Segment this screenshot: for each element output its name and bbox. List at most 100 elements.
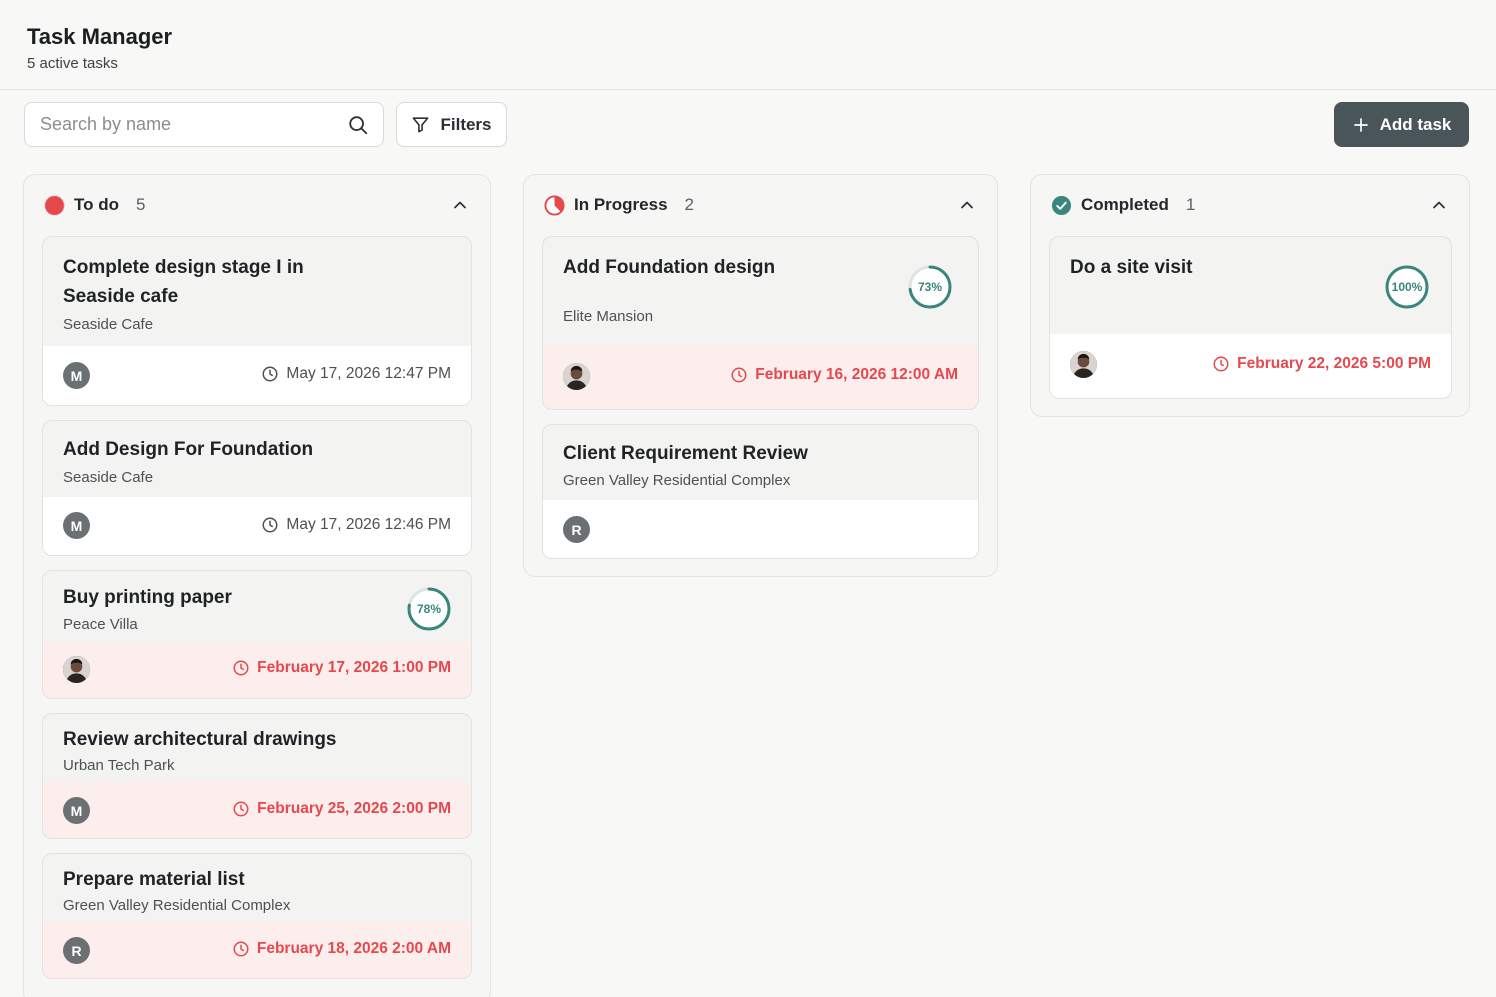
clock-icon [233,801,249,817]
avatar-photo [63,656,90,683]
avatar-photo [1070,351,1097,378]
task-card[interactable]: Add Design For Foundation Seaside Cafe M… [42,420,472,556]
chevron-up-icon[interactable] [957,195,977,215]
task-title: Client Requirement Review [563,443,808,464]
task-title: Add Design For Foundation [63,439,314,460]
column-header: Completed 1 [1051,193,1449,217]
search-input[interactable] [40,103,340,146]
due-date: February 22, 2026 5:00 PM [1212,355,1431,373]
task-footer: M May 17, 2026 12:47 PM [43,346,471,405]
due-date-text: May 17, 2026 12:46 PM [286,516,451,533]
due-date-text: February 18, 2026 2:00 AM [256,940,451,957]
page-header: Task Manager 5 active tasks [0,0,1496,90]
column-title: In Progress [574,195,668,214]
column-count: 1 [1185,195,1196,214]
task-project: Seaside Cafe [63,316,154,333]
avatar[interactable]: M [63,362,90,389]
page-title: Task Manager [27,24,173,49]
due-date: May 17, 2026 12:47 PM [261,365,451,383]
task-card[interactable]: Client Requirement Review Green Valley R… [542,424,979,559]
task-card[interactable]: Buy printing paper Peace Villa 78% Febru… [42,570,472,699]
progress-ring: 100% [1385,265,1429,309]
column-title: To do [74,195,119,214]
clock-icon [262,517,278,533]
chevron-up-icon[interactable] [450,195,470,215]
column-header: In Progress 2 [544,193,977,217]
progress-label: 73% [918,280,942,294]
task-project: Elite Mansion [563,308,654,325]
column-count: 2 [684,195,695,214]
due-date-text: May 17, 2026 12:47 PM [286,365,451,382]
search-box[interactable] [24,102,384,147]
avatar[interactable] [1070,351,1097,378]
clock-icon [731,367,747,383]
task-project: Urban Tech Park [63,757,175,774]
column-header: To do 5 [44,193,470,217]
due-date: May 17, 2026 12:46 PM [261,516,451,534]
due-date: February 18, 2026 2:00 AM [232,940,451,958]
add-task-label: Add task [1379,114,1452,134]
plus-icon [1353,117,1368,132]
filters-button[interactable]: Filters [396,102,507,147]
avatar-photo [563,363,590,390]
due-date-text: February 16, 2026 12:00 AM [755,366,958,383]
task-title: Buy printing paper [63,587,232,608]
search-icon[interactable] [347,114,369,136]
task-project: Seaside Cafe [63,469,154,486]
task-project: Peace Villa [63,616,138,633]
due-date-text: February 22, 2026 5:00 PM [1237,355,1431,372]
clock-icon [233,660,249,676]
avatar[interactable]: R [563,516,590,543]
chevron-up-icon[interactable] [1429,195,1449,215]
clock-icon [233,941,249,957]
due-date-text: February 25, 2026 2:00 PM [257,800,451,817]
column-title: Completed [1081,195,1169,214]
task-card[interactable]: Do a site visit 100% February 22, 2026 5… [1049,236,1452,399]
task-footer: R [543,500,978,558]
task-project: Green Valley Residential Complex [563,472,791,489]
column-completed: Completed 1 Do a site visit 100% Februar… [1030,174,1470,417]
due-date: February 25, 2026 2:00 PM [232,800,451,818]
progress-ring: 78% [407,587,451,631]
avatar[interactable]: M [63,512,90,539]
avatar[interactable]: R [63,937,90,964]
in-progress-status-icon [544,194,565,216]
task-card[interactable]: Add Foundation design Elite Mansion 73% … [542,236,979,410]
task-title: Complete design stage I in [63,257,304,278]
clock-icon [262,366,278,382]
column-todo: To do 5 Complete design stage I in Seasi… [23,174,491,997]
progress-label: 100% [1392,280,1423,294]
due-date: February 17, 2026 1:00 PM [232,659,451,677]
filters-label: Filters [440,114,492,134]
check-circle-icon [1051,195,1072,215]
task-title: Add Foundation design [563,257,776,278]
task-footer: M February 25, 2026 2:00 PM [43,782,471,838]
progress-label: 78% [417,602,441,616]
task-card[interactable]: Prepare material list Green Valley Resid… [42,853,472,979]
avatar[interactable] [63,656,90,683]
task-title: Review architectural drawings [63,729,337,750]
task-footer: R February 18, 2026 2:00 AM [43,922,471,978]
task-card[interactable]: Complete design stage I in Seaside cafe … [42,236,472,406]
progress-ring: 73% [908,265,952,309]
due-date-text: February 17, 2026 1:00 PM [257,659,451,676]
active-task-count: 5 active tasks [27,55,118,72]
clock-icon [1213,356,1229,372]
avatar[interactable]: M [63,797,90,824]
task-title-continued: Seaside cafe [63,286,179,307]
task-footer: February 16, 2026 12:00 AM [543,345,978,409]
task-footer: February 17, 2026 1:00 PM [43,642,471,698]
column-count: 5 [136,195,146,214]
due-date: February 16, 2026 12:00 AM [730,366,958,384]
task-title: Do a site visit [1070,257,1193,278]
avatar[interactable] [563,363,590,390]
task-title: Prepare material list [63,869,245,890]
add-task-button[interactable]: Add task [1334,102,1469,147]
column-in-progress: In Progress 2 Add Foundation design Elit… [523,174,998,577]
task-card[interactable]: Review architectural drawings Urban Tech… [42,713,472,839]
todo-status-icon [44,194,65,216]
task-project: Green Valley Residential Complex [63,897,291,914]
task-footer: February 22, 2026 5:00 PM [1050,334,1451,398]
task-footer: M May 17, 2026 12:46 PM [43,497,471,555]
filter-icon [413,117,429,133]
